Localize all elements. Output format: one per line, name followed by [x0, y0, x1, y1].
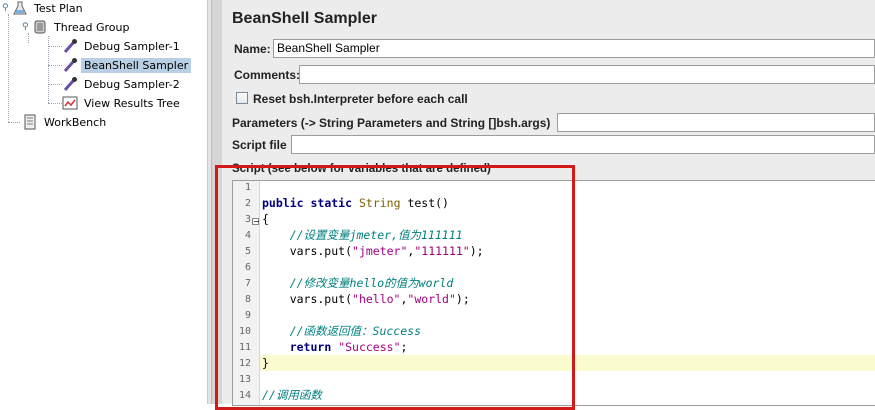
dropper-icon	[62, 57, 78, 73]
workbench-icon	[22, 114, 38, 130]
line-number: 14	[238, 390, 251, 401]
name-field[interactable]: BeanShell Sampler	[273, 39, 875, 58]
code-line-14: //调用函数	[262, 388, 322, 402]
tree-item-workbench[interactable]: WorkBench	[22, 113, 109, 131]
tree-item-label: WorkBench	[44, 115, 107, 129]
line-number: 2	[244, 198, 251, 209]
tree-item-debug-sampler-2[interactable]: Debug Sampler-2	[62, 75, 183, 93]
line-number: 13	[238, 374, 251, 385]
line-number: 8	[244, 294, 251, 305]
script-file-field[interactable]	[291, 135, 875, 154]
dropper-icon	[62, 38, 78, 54]
line-number: 10	[238, 326, 251, 337]
test-plan-tree[interactable]: ⚲ Test Plan ⚲ Thread Group Debug Sampler…	[0, 0, 207, 404]
tree-item-beanshell-sampler[interactable]: BeanShell Sampler	[62, 56, 192, 74]
results-tree-icon	[62, 95, 78, 111]
line-number: 11	[238, 342, 251, 353]
comments-label: Comments:	[234, 68, 301, 82]
fold-toggle-icon[interactable]: −	[252, 218, 260, 226]
tree-item-debug-sampler-1[interactable]: Debug Sampler-1	[62, 37, 183, 55]
test-plan-icon	[12, 0, 28, 16]
reset-interpreter-checkbox[interactable]	[236, 92, 248, 104]
tree-item-label: Debug Sampler-2	[84, 77, 180, 91]
name-label: Name:	[234, 42, 271, 56]
script-editor[interactable]: − 1 2 3 4 5 6 7 8 9 10 11 12 13 14 publi…	[232, 180, 875, 406]
code-line-11: return "Success";	[289, 340, 408, 354]
reset-interpreter-label: Reset bsh.Interpreter before each call	[253, 92, 468, 106]
code-line-10: //函数返回值：Success	[262, 324, 422, 338]
panel-title: BeanShell Sampler	[232, 10, 377, 27]
code-line-3: {	[262, 212, 269, 226]
tree-item-view-results-tree[interactable]: View Results Tree	[62, 94, 183, 112]
comments-field[interactable]	[299, 65, 875, 84]
expand-toggle-icon[interactable]: ⚲	[2, 3, 12, 13]
current-line-highlight	[260, 355, 875, 371]
line-number: 1	[244, 182, 251, 193]
line-number: 12	[238, 358, 251, 369]
code-line-5: vars.put("jmeter","111111");	[262, 244, 484, 258]
parameters-field[interactable]	[557, 113, 875, 132]
line-number: 3	[244, 214, 251, 225]
parameters-label: Parameters (-> String Parameters and Str…	[232, 116, 551, 130]
script-label: Script (see below for variables that are…	[232, 163, 491, 175]
code-line-7: //修改变量hello的值为world	[262, 276, 454, 290]
tree-item-label: View Results Tree	[84, 96, 180, 110]
line-number: 6	[244, 262, 251, 273]
tree-item-label: Test Plan	[34, 1, 83, 15]
sampler-panel: BeanShell Sampler Name: BeanShell Sample…	[222, 0, 875, 406]
expand-toggle-icon[interactable]: ⚲	[22, 22, 32, 32]
line-number: 4	[244, 230, 251, 241]
tree-item-label: Thread Group	[54, 20, 130, 34]
code-line-2: public static String test()	[262, 196, 449, 210]
tree-item-label: BeanShell Sampler	[81, 57, 192, 73]
tree-item-label: Debug Sampler-1	[84, 39, 180, 53]
code-line-8: vars.put("hello","world");	[262, 292, 470, 306]
thread-group-icon	[32, 19, 48, 35]
code-line-4: //设置变量jmeter,值为111111	[262, 228, 463, 242]
dropper-icon	[62, 76, 78, 92]
line-number: 9	[244, 310, 251, 321]
script-file-label: Script file	[232, 138, 287, 152]
line-number: 5	[244, 246, 251, 257]
tree-item-thread-group[interactable]: ⚲ Thread Group	[22, 18, 132, 36]
line-number: 7	[244, 278, 251, 289]
code-line-12: }	[262, 356, 269, 370]
tree-item-test-plan[interactable]: ⚲ Test Plan	[2, 0, 86, 17]
